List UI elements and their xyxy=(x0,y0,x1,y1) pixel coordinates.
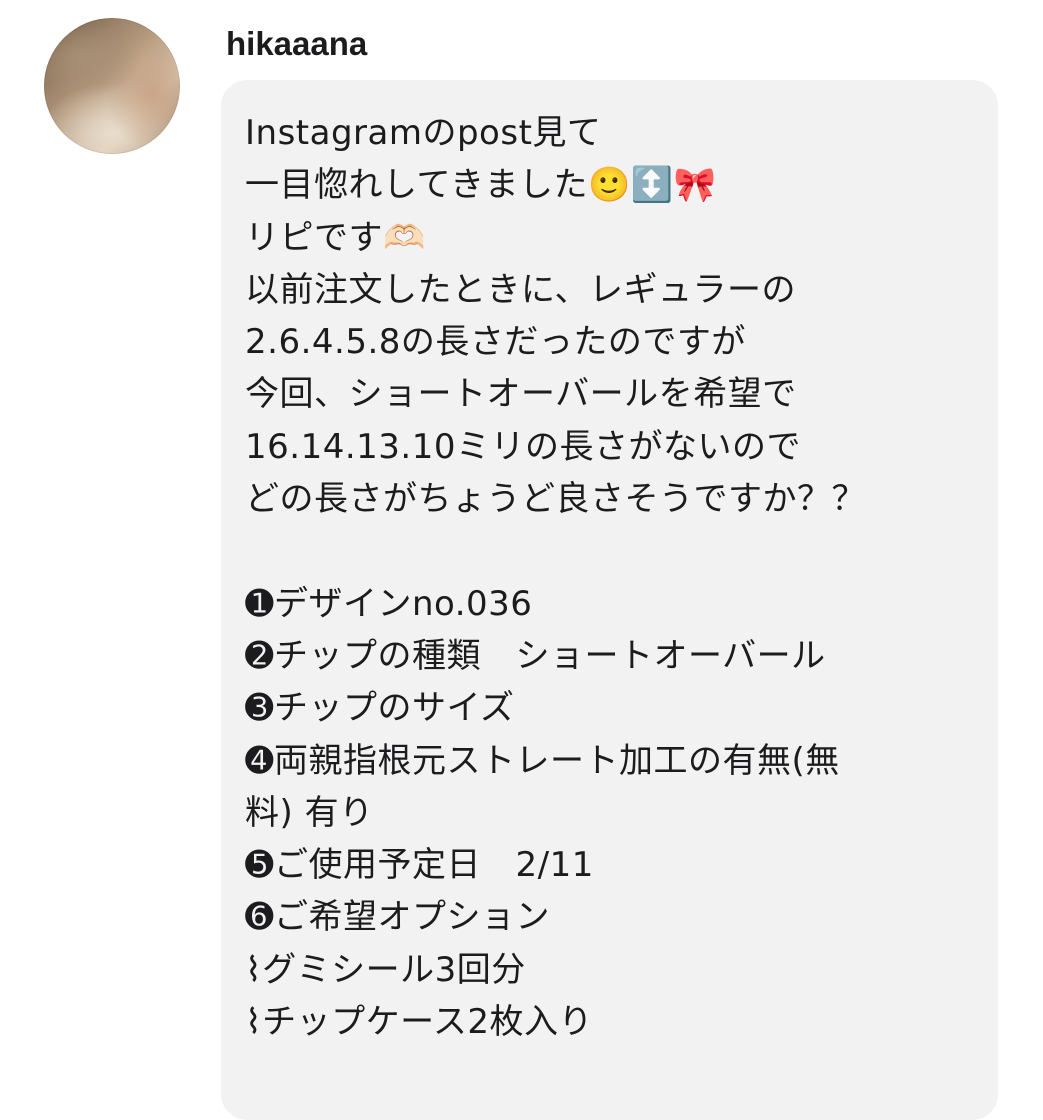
message-line-item-4-cont: 料) 有り xyxy=(245,792,374,833)
message-line: 一目惚れしてきました🙂↕️🎀 xyxy=(245,165,717,206)
message-line-item-1: ➊デザインno.036 xyxy=(245,583,533,624)
message-line-item-6: ➏ご希望オプション xyxy=(245,897,550,938)
message-line: 16.14.13.10ミリの長さがないので xyxy=(245,426,801,467)
message-line-option: ⌇チップケース2枚入り xyxy=(245,1002,594,1043)
message-bubble: Instagramのpost見て 一目惚れしてきました🙂↕️🎀 リピです🫶🏻 以… xyxy=(221,80,998,1120)
message-line-option: ⌇グミシール3回分 xyxy=(245,949,526,990)
message-line: リピです🫶🏻 xyxy=(245,217,426,258)
message-line-blank xyxy=(245,525,980,577)
message-line: 今回、ショートオーバールを希望で xyxy=(245,374,797,415)
message-line-item-5: ➎ご使用予定日 2/11 xyxy=(245,845,594,886)
avatar[interactable] xyxy=(44,18,180,154)
message-text: Instagramのpost見て 一目惚れしてきました🙂↕️🎀 リピです🫶🏻 以… xyxy=(245,107,980,1048)
message-line: どの長さがちょうど良さそうですか？？ xyxy=(245,479,866,520)
message-line-item-3: ➌チップのサイズ xyxy=(245,688,515,729)
username[interactable]: hikaaana xyxy=(226,22,367,66)
message-line: Instagramのpost見て xyxy=(245,113,602,153)
message-line: 以前注文したときに、レギュラーの xyxy=(245,269,796,310)
message-line-item-4: ➍両親指根元ストレート加工の有無(無 xyxy=(245,740,840,781)
message-line: 2.6.4.5.8の長さだったのですが xyxy=(245,322,746,363)
message-line-item-2: ➋チップの種類 ショートオーバール xyxy=(245,635,826,676)
